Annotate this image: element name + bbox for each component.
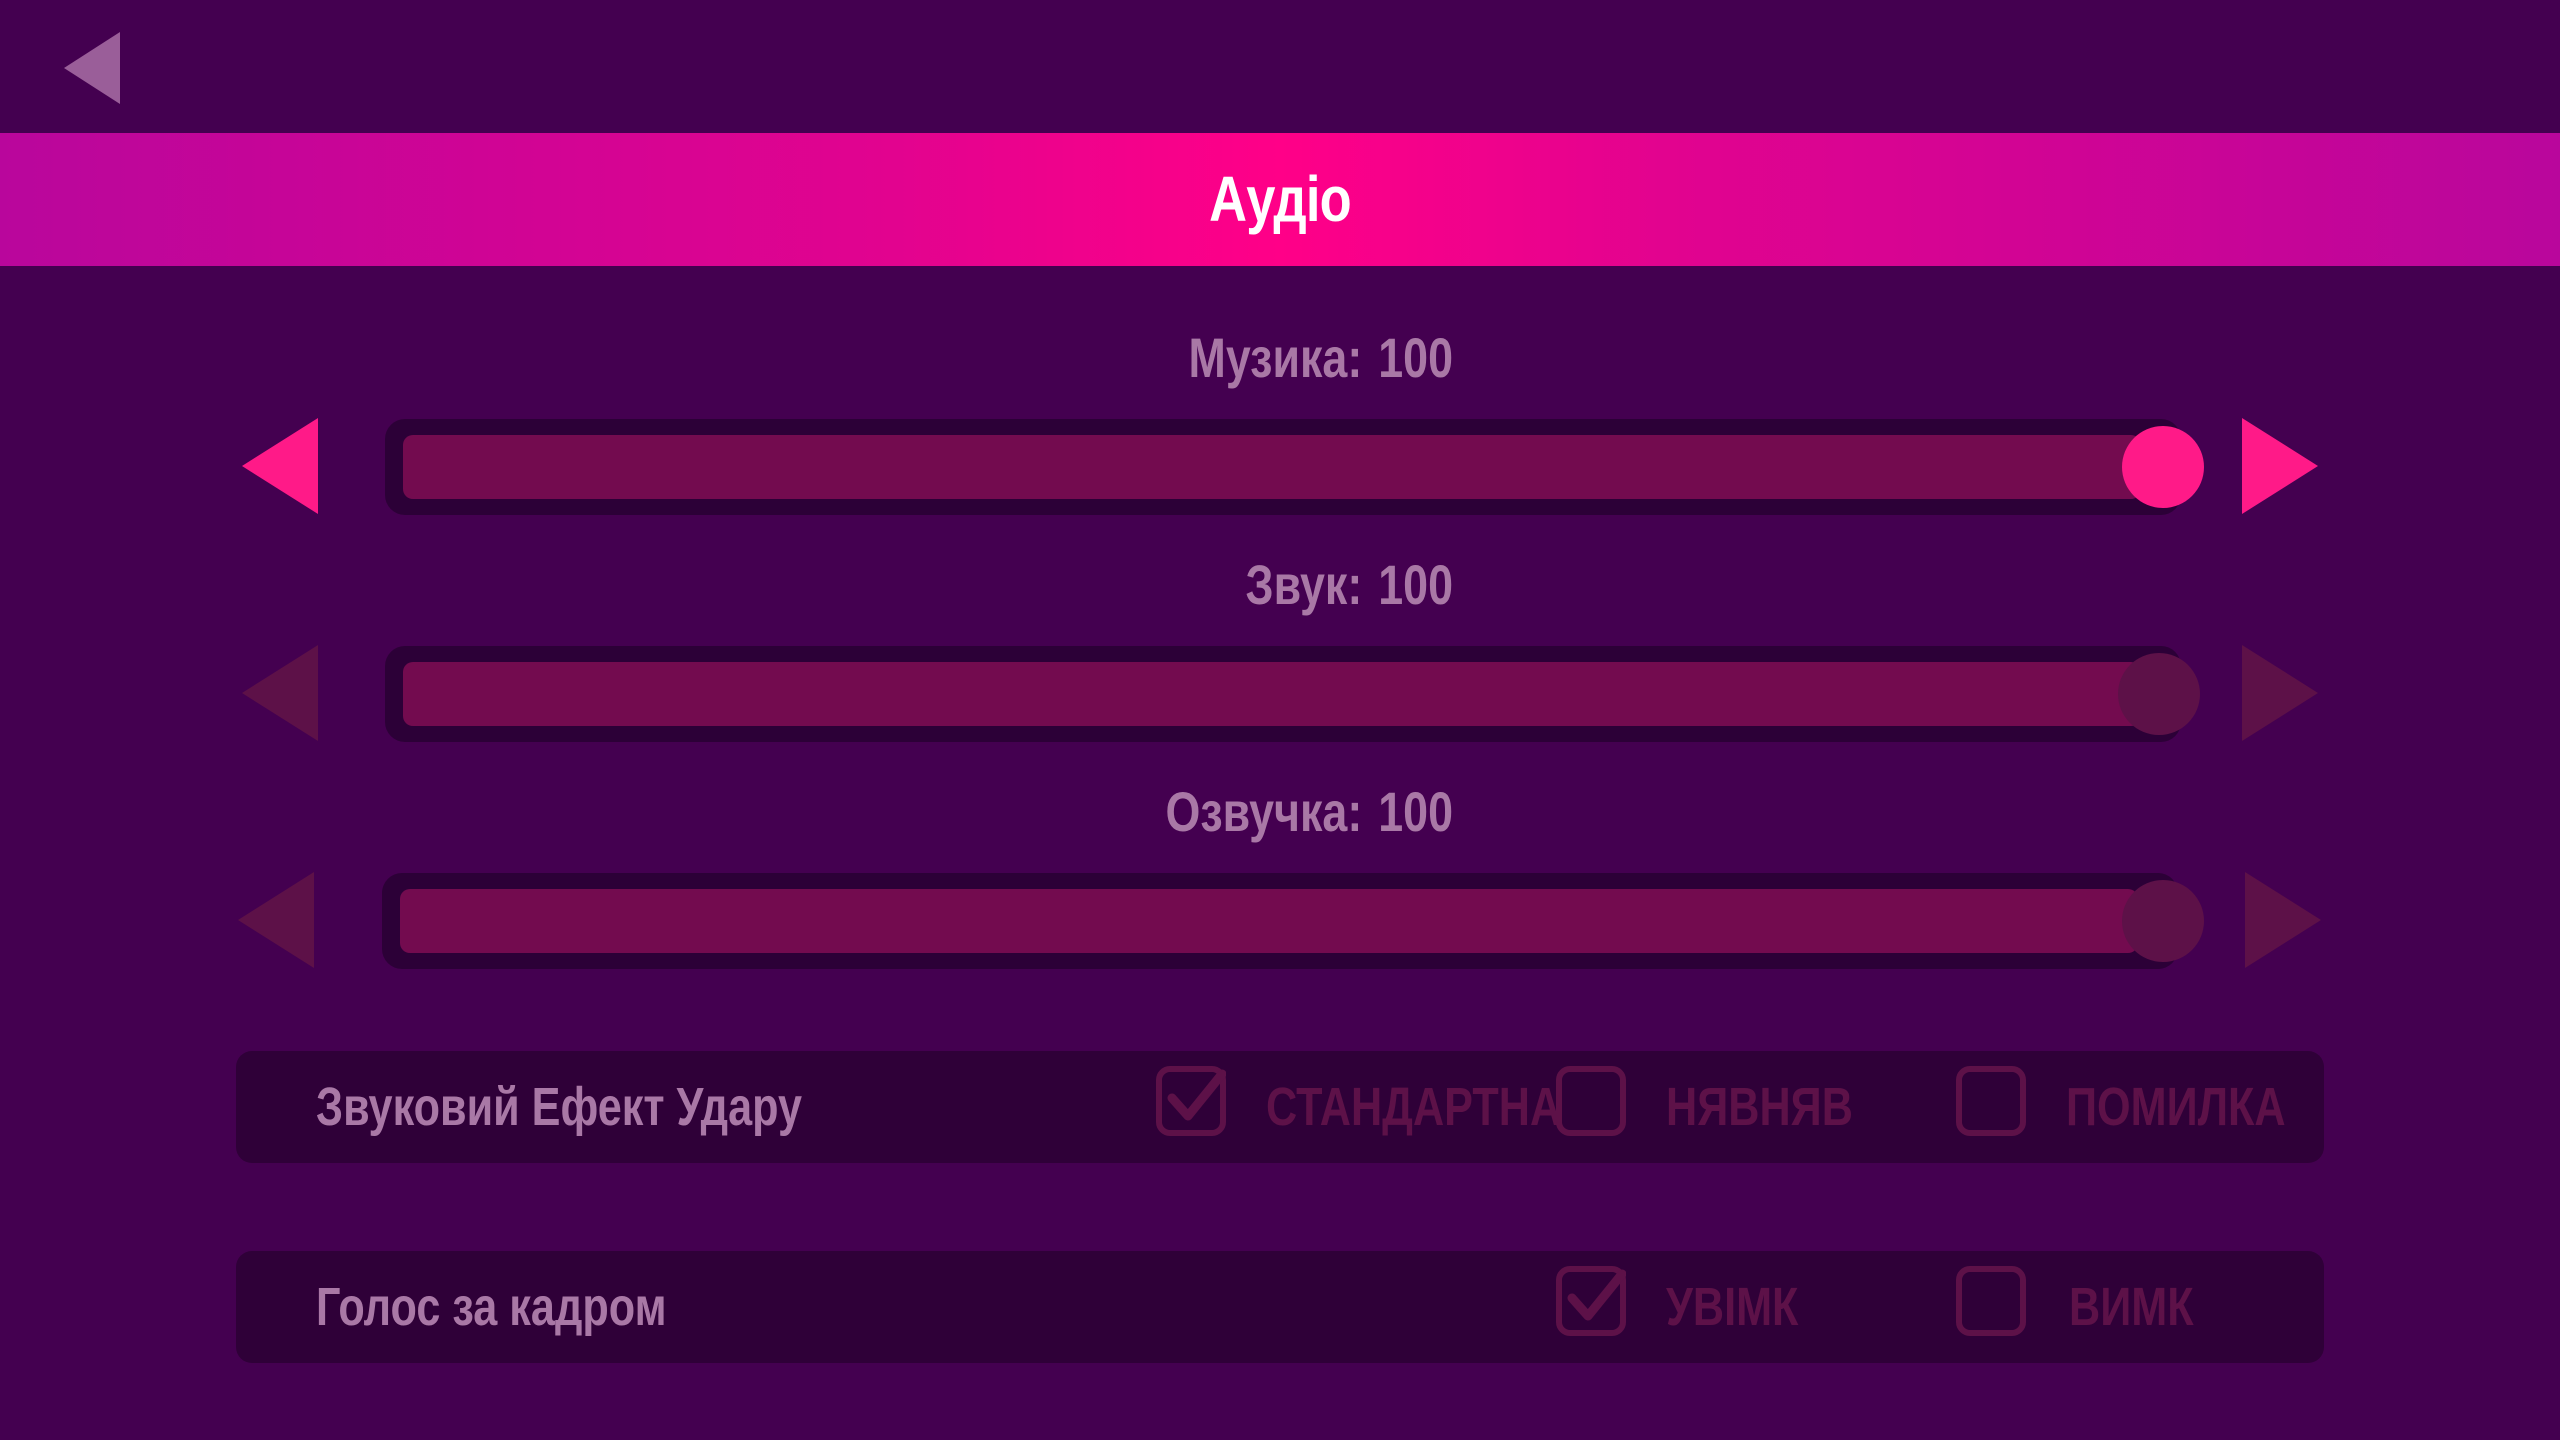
right-arrow-icon <box>2242 418 2318 514</box>
voiceover-on-label[interactable]: УВІМК <box>1666 1251 1798 1363</box>
sound-slider-knob[interactable] <box>2118 653 2200 735</box>
hit-effect-label: Звуковий Ефект Удару <box>316 1077 802 1137</box>
error-option-label[interactable]: ПОМИЛКА <box>2066 1051 2286 1163</box>
voiceover-panel: Голос за кадром УВІМК ВИМК <box>236 1251 2324 1363</box>
voiceover-on-checkbox[interactable] <box>1556 1266 1626 1336</box>
music-label-text: Музика: <box>1188 326 1363 389</box>
music-label: Музика: 100 <box>291 323 1453 393</box>
hit-effect-panel: Звуковий Ефект Удару СТАНДАРТНА НЯВНЯВ П… <box>236 1051 2324 1163</box>
standard-option-label[interactable]: СТАНДАРТНА <box>1266 1051 1561 1163</box>
sound-increase-button[interactable] <box>2240 643 2320 743</box>
voiceover-label: Голос за кадром <box>316 1277 667 1337</box>
voice-slider[interactable] <box>382 873 2204 969</box>
error-checkbox[interactable] <box>1956 1066 2026 1136</box>
music-slider[interactable] <box>385 419 2204 515</box>
voice-label: Озвучка: 100 <box>291 777 1453 847</box>
sound-label-text: Звук: <box>1245 553 1363 616</box>
voice-decrease-button[interactable] <box>236 870 316 970</box>
right-arrow-icon <box>2242 645 2318 741</box>
back-button[interactable] <box>60 28 130 108</box>
standard-checkbox[interactable] <box>1156 1066 1226 1136</box>
sound-decrease-button[interactable] <box>240 643 320 743</box>
music-slider-knob[interactable] <box>2122 426 2204 508</box>
nyavnyav-option-label[interactable]: НЯВНЯВ <box>1666 1051 1853 1163</box>
sound-value: 100 <box>1378 553 1453 616</box>
voice-slider-fill <box>400 889 2138 953</box>
music-decrease-button[interactable] <box>240 416 320 516</box>
sound-slider-fill <box>403 662 2141 726</box>
nyavnyav-checkbox[interactable] <box>1556 1066 1626 1136</box>
page-title: Аудіо <box>1209 163 1351 235</box>
voice-label-text: Озвучка: <box>1165 780 1363 843</box>
checkmark-icon <box>1567 1269 1626 1321</box>
sound-slider[interactable] <box>385 646 2200 742</box>
voice-slider-knob[interactable] <box>2122 880 2204 962</box>
sound-label: Звук: 100 <box>291 550 1454 620</box>
left-arrow-icon <box>238 872 314 968</box>
right-arrow-icon <box>2245 872 2321 968</box>
voice-increase-button[interactable] <box>2243 870 2323 970</box>
music-increase-button[interactable] <box>2240 416 2320 516</box>
title-bar: Аудіо <box>0 133 2560 266</box>
music-value: 100 <box>1378 326 1453 389</box>
music-slider-fill <box>403 435 2141 499</box>
voice-value: 100 <box>1378 780 1453 843</box>
voiceover-off-label[interactable]: ВИМК <box>2069 1251 2194 1363</box>
checkmark-icon <box>1167 1069 1226 1121</box>
left-arrow-icon <box>242 418 318 514</box>
back-arrow-icon <box>64 32 120 104</box>
left-arrow-icon <box>242 645 318 741</box>
voiceover-off-checkbox[interactable] <box>1956 1266 2026 1336</box>
